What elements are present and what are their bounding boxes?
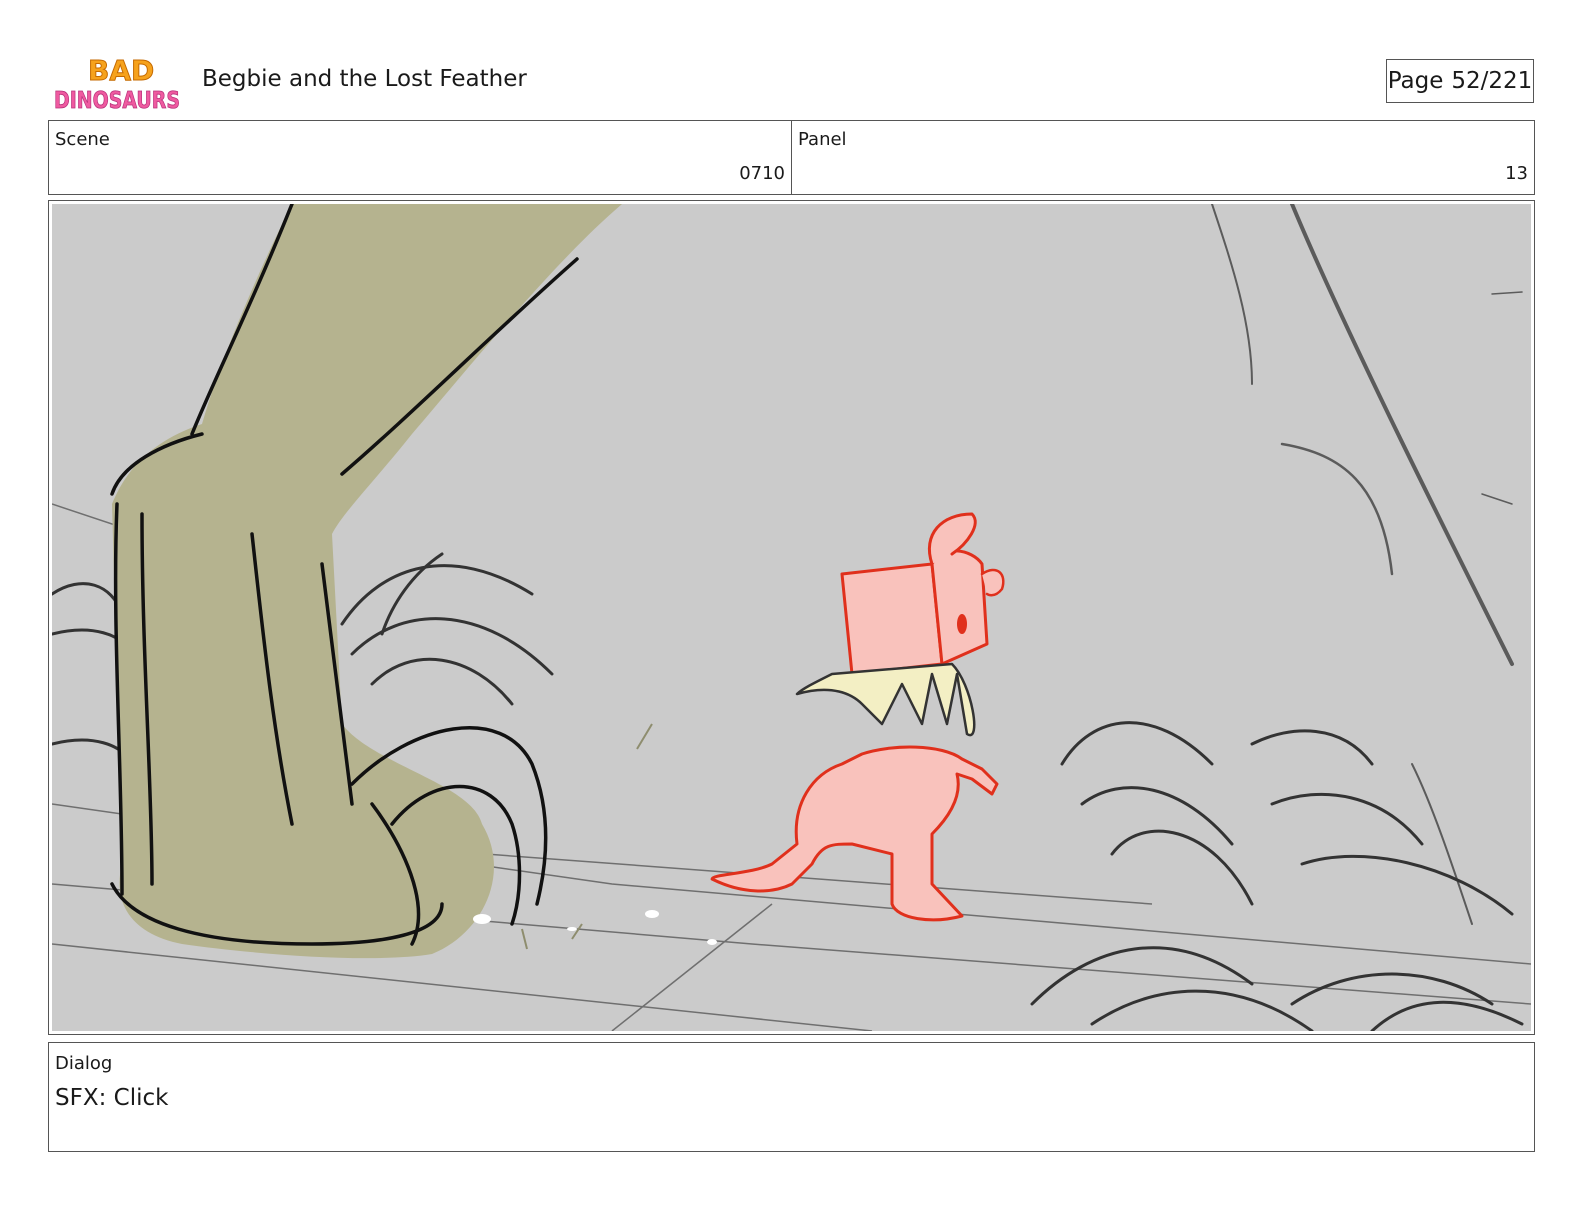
document-title: Begbie and the Lost Feather	[202, 66, 527, 92]
scene-cell: Scene 0710	[49, 121, 791, 194]
svg-text:DINOSAURS: DINOSAURS	[54, 88, 180, 114]
page-counter: Page 52/221	[1386, 59, 1534, 103]
page-number: 52/221	[1451, 68, 1533, 94]
dialog-text: SFX: Click	[55, 1085, 169, 1111]
scene-number: 0710	[739, 163, 785, 184]
storyboard-drawing	[52, 204, 1531, 1031]
scene-label: Scene	[55, 129, 110, 150]
storyboard-panel	[48, 200, 1535, 1035]
panel-cell: Panel 13	[791, 121, 1534, 194]
page-label: Page	[1387, 68, 1444, 94]
dialog-label: Dialog	[55, 1053, 113, 1074]
svg-text:BAD: BAD	[88, 54, 154, 87]
panel-number: 13	[1505, 163, 1528, 184]
scene-panel-row: Scene 0710 Panel 13	[48, 120, 1535, 195]
bad-dinosaurs-logo: BAD DINOSAURS	[52, 52, 184, 115]
dialog-box: Dialog SFX: Click	[48, 1042, 1535, 1152]
panel-label: Panel	[798, 129, 847, 150]
